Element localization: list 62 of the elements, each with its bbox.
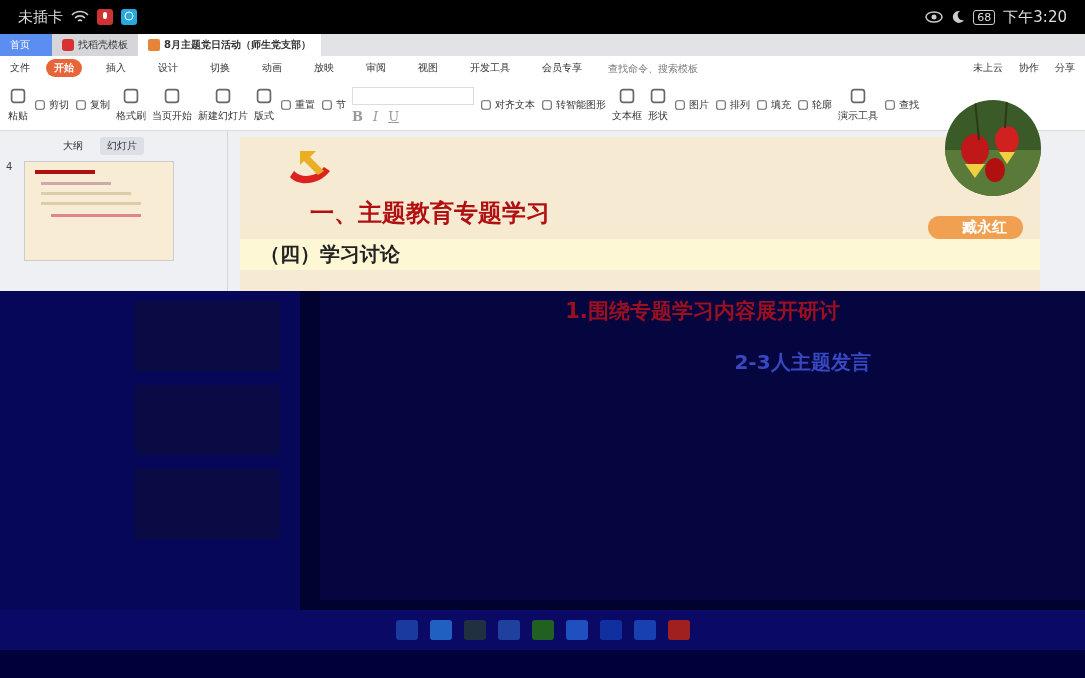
slide-thumbnail[interactable] <box>24 161 175 261</box>
carrier-text: 未插卡 <box>18 7 63 27</box>
menu-tab[interactable]: 切换 <box>202 59 238 77</box>
slide-subtitle: （四）学习讨论 <box>240 239 1040 270</box>
toolbar-action[interactable]: 分享 <box>1055 61 1075 75</box>
taskbar-icon[interactable] <box>531 620 554 640</box>
menu-tab[interactable]: 放映 <box>306 59 342 77</box>
ribbon-button[interactable]: 节 <box>321 98 346 112</box>
panel-tab[interactable]: 幻灯片 <box>100 137 144 155</box>
ribbon-button[interactable]: 新建幻灯片 <box>198 87 248 123</box>
ribbon-button[interactable]: 转智能图形 <box>541 98 606 112</box>
panel-tab[interactable]: 大纲 <box>56 137 90 155</box>
slide-text: 1.围绕专题学习内容展开研讨 <box>565 298 840 325</box>
clock-time: 下午3:20 <box>1003 7 1067 27</box>
ribbon-button[interactable]: 轮廓 <box>797 98 832 112</box>
template-icon <box>62 39 74 51</box>
taskbar-icon[interactable] <box>565 620 588 640</box>
taskbar-icon[interactable] <box>463 620 486 640</box>
taskbar-icon[interactable] <box>429 620 452 640</box>
menu-tab[interactable]: 插入 <box>98 59 134 77</box>
ribbon-button[interactable]: 排列 <box>715 98 750 112</box>
menu-tab[interactable]: 设计 <box>150 59 186 77</box>
ribbon-button[interactable]: 粘贴 <box>8 87 28 123</box>
document-icon <box>148 39 160 51</box>
ribbon-button[interactable]: 填充 <box>756 98 791 112</box>
document-tab[interactable]: 8月主题党日活动（师生党支部） <box>138 34 321 56</box>
ribbon-button[interactable]: 形状 <box>648 87 668 123</box>
participant-name: 臧永红 <box>928 216 1023 239</box>
wifi-icon <box>71 10 89 24</box>
eye-icon <box>925 11 944 23</box>
ribbon-button[interactable]: 对齐文本 <box>480 98 535 112</box>
menu-tab[interactable]: 会员专享 <box>534 59 590 77</box>
ribbon-button[interactable]: 文本框 <box>612 87 642 123</box>
ribbon-button[interactable]: 版式 <box>254 87 274 123</box>
file-menu[interactable]: 文件 <box>10 61 30 75</box>
microphone-icon <box>97 9 113 25</box>
ribbon-button[interactable]: 格式刷 <box>116 87 146 123</box>
moon-icon <box>951 10 966 24</box>
taskbar-icon[interactable] <box>497 620 520 640</box>
toolbar-action[interactable]: 未上云 <box>973 61 1003 75</box>
menu-tab[interactable]: 动画 <box>254 59 290 77</box>
taskbar-icon[interactable] <box>395 620 418 640</box>
ribbon-button[interactable]: 查找 <box>884 98 919 112</box>
ribbon-button[interactable]: 当页开始 <box>152 87 192 123</box>
slide-number: 4 <box>6 161 13 172</box>
font-field[interactable] <box>352 86 474 105</box>
menu-tab[interactable]: 审阅 <box>358 59 394 77</box>
ribbon-button[interactable]: 演示工具 <box>838 87 878 123</box>
slide-text: 2-3人主题发言 <box>734 349 871 376</box>
ribbon-button[interactable]: 剪切 <box>34 98 69 112</box>
taskbar-icon[interactable] <box>667 620 690 640</box>
ribbon-button[interactable]: 重置 <box>280 98 315 112</box>
taskbar-icon[interactable] <box>599 620 622 640</box>
taskbar-icon[interactable] <box>633 620 656 640</box>
menu-tab[interactable]: 视图 <box>410 59 446 77</box>
ribbon-button[interactable]: 复制 <box>75 98 110 112</box>
toolbar-action[interactable]: 协作 <box>1019 61 1039 75</box>
ribbon-button[interactable]: 图片 <box>674 98 709 112</box>
menu-tab[interactable]: 开发工具 <box>462 59 518 77</box>
document-tab[interactable]: 找稻壳模板 <box>52 34 138 56</box>
battery-level: 68 <box>973 9 996 25</box>
slide-title: 一、主题教育专题学习 <box>310 198 550 229</box>
